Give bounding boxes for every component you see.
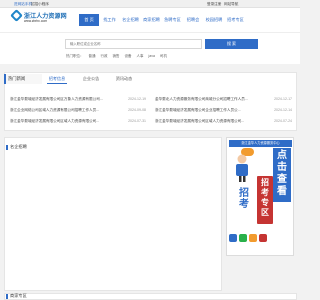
search-button[interactable]: 搜 索 <box>205 39 258 49</box>
famous-jobs-title: 名企招聘 <box>10 144 27 149</box>
main-nav: 首 页 找工作 名企招聘 商家招聘 急聘专区 招聘会 校园招聘 招考专区 <box>79 14 246 26</box>
top-bar: 进网站手机 招招小程序 登录注册 网站导航 <box>0 0 300 8</box>
nav-famous-jobs[interactable]: 名企招聘 <box>120 14 141 26</box>
hot-keyword[interactable]: 行政 <box>101 54 108 59</box>
news-date: 2024-07-31 <box>128 119 146 123</box>
ad-char: 考 <box>261 188 269 197</box>
hot-news-title: 热门新闻 <box>4 74 42 84</box>
nav-exam[interactable]: 招考专区 <box>225 14 246 26</box>
nav-campus[interactable]: 校园招聘 <box>203 14 225 26</box>
ad-char: 查 <box>277 174 287 185</box>
share-icons <box>229 234 267 242</box>
logo-url: www.zbrlrc.com <box>24 18 48 23</box>
section-marker <box>6 294 8 299</box>
ad-char: 击 <box>277 162 287 173</box>
nav-home[interactable]: 首 页 <box>79 14 99 26</box>
hot-keyword[interactable]: 销售 <box>113 54 120 59</box>
wechat-icon[interactable] <box>239 234 247 242</box>
ad-char: 招 <box>261 178 269 187</box>
phone-icon[interactable] <box>259 234 267 242</box>
ad-char: 专 <box>261 198 269 207</box>
ad-big-text: 招 考 <box>233 188 255 234</box>
tab-exam-info[interactable]: 招考信息 <box>47 74 67 84</box>
ad-char: 看 <box>277 186 287 197</box>
search-field[interactable] <box>65 39 202 49</box>
news-date: 2024-09-08 <box>128 108 146 112</box>
ad-click-view[interactable]: 点 击 查 看 <box>273 148 291 202</box>
news-date: 2024-12-17 <box>274 97 292 101</box>
search-input[interactable] <box>66 40 201 48</box>
news-item[interactable]: 浙江金华婺城经济发展有限公司区域人力资源有限公司... <box>10 117 118 125</box>
tab-company-notice[interactable]: 企业公告 <box>81 74 101 84</box>
ad-char: 点 <box>277 150 287 161</box>
tab-news-updates[interactable]: 资讯动态 <box>113 74 135 84</box>
site-nav-link[interactable]: 网站导航 <box>224 2 238 7</box>
news-item[interactable]: 浙江金华婺城经济发展有限公司区域人力资源有限公司... <box>155 117 265 125</box>
mobile-link[interactable]: 进网站手机 <box>14 2 32 7</box>
news-item[interactable]: 浙江金华婺城经济发展有限公司企业招聘工作人员公... <box>155 106 265 114</box>
ad-char: 招 <box>239 188 249 199</box>
news-date: 2024-12-19 <box>128 97 146 101</box>
nav-business-jobs[interactable]: 商家招聘 <box>141 14 162 26</box>
section-marker <box>6 144 8 150</box>
hot-label: 热门职位： <box>66 54 84 58</box>
hot-keyword[interactable]: 普通 <box>89 54 96 59</box>
news-item[interactable]: 浙江金华婺城经济发展有限公司区万象人力资源有限公司... <box>10 95 118 103</box>
nav-urgent-jobs[interactable]: 急聘专区 <box>162 14 183 26</box>
hot-keyword[interactable]: 设备 <box>125 54 132 59</box>
ad-banner-text: 浙江金华人力资源服务中心 <box>229 140 292 147</box>
famous-jobs-panel <box>4 137 222 291</box>
news-item[interactable]: 金华婺北人力资源服务有限公司商城分公司招聘工作人员... <box>155 95 265 103</box>
business-panel <box>4 293 297 300</box>
person-icon <box>236 154 248 182</box>
news-item[interactable]: 浙江企业网络公司区域人力资源有限公司招聘工作人员... <box>10 106 118 114</box>
hot-keywords: 热门职位： 普通 行政 销售 设备 人事 java 司机 <box>66 54 172 59</box>
news-date: 2024-12-14 <box>274 108 292 112</box>
hot-keyword[interactable]: java <box>149 54 155 59</box>
qq-icon[interactable] <box>249 234 257 242</box>
login-link[interactable]: 登录注册 <box>207 2 221 7</box>
hot-keyword[interactable]: 司机 <box>160 54 167 59</box>
guide-link[interactable]: 招招小程序 <box>31 2 49 7</box>
hot-keyword[interactable]: 人事 <box>137 54 144 59</box>
nav-find-job[interactable]: 找工作 <box>99 14 120 26</box>
news-date: 2024-07-24 <box>274 119 292 123</box>
ad-exam-zone[interactable]: 招 考 专 区 <box>257 176 273 224</box>
weibo-icon[interactable] <box>229 234 237 242</box>
ad-char: 区 <box>261 208 269 217</box>
business-title: 商家专区 <box>10 293 27 298</box>
nav-job-fair[interactable]: 招聘会 <box>183 14 203 26</box>
ad-char: 考 <box>239 199 249 210</box>
